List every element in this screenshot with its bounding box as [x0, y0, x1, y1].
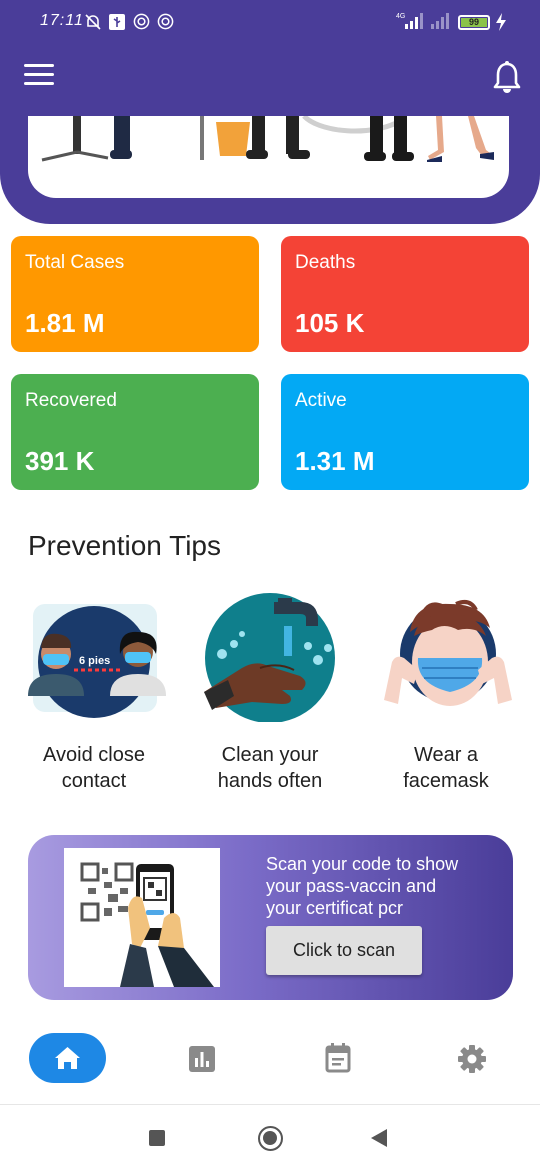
qr-phone-illustration — [80, 862, 214, 987]
stat-card-active[interactable]: Active 1.31 M — [281, 374, 529, 490]
usb-icon — [109, 14, 125, 30]
tip-caption-line: Clean your — [221, 744, 319, 766]
signal-icon — [405, 13, 423, 29]
stat-card-recovered[interactable]: Recovered 391 K — [11, 374, 259, 490]
qr-scan-illustration — [64, 848, 220, 987]
hand-washing-illustration — [204, 593, 335, 723]
bell-icon[interactable] — [492, 60, 522, 94]
sync-icon — [157, 13, 174, 30]
stat-label: Recovered — [25, 390, 117, 411]
social-distance-illustration: 6 pies — [28, 604, 166, 718]
settings-icon — [458, 1045, 486, 1073]
scan-description-line: your certificat pcr — [266, 898, 404, 918]
calendar-icon — [325, 1043, 351, 1073]
nav-settings[interactable] — [440, 1033, 504, 1083]
header — [0, 40, 540, 224]
stat-value: 1.31 M — [295, 446, 375, 476]
bar-chart-icon — [189, 1046, 215, 1072]
status-bar: 17:11 4G 99 — [0, 0, 540, 40]
tip-distance-badge: 6 pies — [79, 655, 110, 667]
scan-description: Scan your code to show your pass-vaccin … — [266, 853, 506, 919]
facemask-illustration — [384, 600, 512, 706]
tip-caption-line: hands often — [217, 770, 323, 792]
signal-icon — [431, 13, 449, 29]
stat-label: Deaths — [295, 252, 356, 273]
tip-avoid-close-contact[interactable]: 6 pies Avoid close contact — [6, 592, 182, 792]
tip-wear-facemask[interactable]: Wear a facemask — [358, 592, 534, 792]
battery-icon: 99 — [458, 15, 490, 30]
mute-icon — [85, 14, 101, 30]
tip-clean-hands[interactable]: Clean your hands often — [182, 592, 358, 792]
recents-square-icon[interactable] — [149, 1130, 165, 1146]
click-to-scan-button[interactable]: Click to scan — [266, 926, 422, 975]
back-triangle-icon[interactable] — [370, 1128, 388, 1148]
scan-description-line: Scan your code to show — [266, 854, 459, 874]
office-people-illustration — [41, 116, 494, 162]
system-navigation-bar — [0, 1106, 540, 1170]
prevention-tips-title: Prevention Tips — [28, 530, 221, 561]
tip-caption-line: facemask — [403, 770, 489, 792]
tip-caption: Wear a facemask — [358, 742, 534, 794]
stat-value: 105 K — [295, 308, 365, 338]
tip-caption: Clean your hands often — [182, 742, 358, 794]
tip-caption: Avoid close contact — [6, 742, 182, 794]
hamburger-icon[interactable] — [24, 64, 54, 88]
nav-home[interactable] — [29, 1033, 106, 1083]
scan-description-line: your pass-vaccin and — [266, 876, 437, 896]
nav-calendar[interactable] — [306, 1033, 370, 1083]
home-icon — [55, 1047, 80, 1069]
stat-value: 391 K — [25, 446, 95, 476]
header-banner-illustration — [28, 116, 509, 198]
home-circle-icon[interactable] — [258, 1126, 283, 1151]
bottom-navigation — [0, 1020, 540, 1105]
stat-card-deaths[interactable]: Deaths 105 K — [281, 236, 529, 352]
sync-icon — [133, 13, 150, 30]
stat-label: Total Cases — [25, 252, 125, 273]
tip-caption-line: Avoid close — [43, 744, 145, 766]
tip-caption-line: contact — [61, 770, 127, 792]
nav-statistics[interactable] — [170, 1033, 234, 1083]
tip-caption-line: Wear a — [413, 744, 479, 766]
stat-value: 1.81 M — [25, 308, 105, 338]
status-time: 17:11 — [40, 12, 84, 29]
charging-icon — [496, 13, 506, 31]
stat-label: Active — [295, 390, 347, 411]
scan-pass-card: Scan your code to show your pass-vaccin … — [28, 835, 513, 1000]
stat-card-total-cases[interactable]: Total Cases 1.81 M — [11, 236, 259, 352]
battery-level: 99 — [468, 17, 479, 27]
